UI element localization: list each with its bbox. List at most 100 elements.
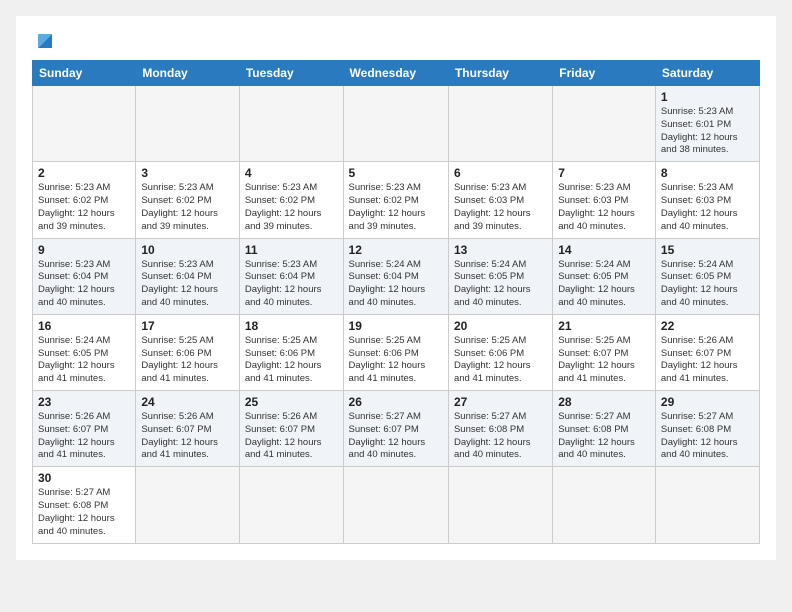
day-info: Sunrise: 5:23 AM Sunset: 6:04 PM Dayligh… <box>141 259 234 310</box>
weekday-header-thursday: Thursday <box>448 61 552 86</box>
day-number: 16 <box>38 319 130 333</box>
day-info: Sunrise: 5:23 AM Sunset: 6:04 PM Dayligh… <box>38 259 130 310</box>
weekday-header-friday: Friday <box>553 61 656 86</box>
calendar-cell <box>33 86 136 162</box>
day-info: Sunrise: 5:27 AM Sunset: 6:08 PM Dayligh… <box>38 487 130 538</box>
day-info: Sunrise: 5:26 AM Sunset: 6:07 PM Dayligh… <box>141 411 234 462</box>
day-number: 10 <box>141 243 234 257</box>
calendar-cell: 3 Sunrise: 5:23 AM Sunset: 6:02 PM Daylig… <box>136 162 240 238</box>
day-info: Sunrise: 5:26 AM Sunset: 6:07 PM Dayligh… <box>245 411 338 462</box>
calendar-cell: 5Sunrise: 5:23 AM Sunset: 6:02 PM Daylig… <box>343 162 448 238</box>
day-info: Sunrise: 5:25 AM Sunset: 6:06 PM Dayligh… <box>454 335 547 386</box>
day-number: 23 <box>38 395 130 409</box>
calendar-cell: 16 Sunrise: 5:24 AM Sunset: 6:05 PM Dayli… <box>33 314 136 390</box>
calendar-cell: 2 Sunrise: 5:23 AM Sunset: 6:02 PM Daylig… <box>33 162 136 238</box>
day-info: Sunrise: 5:25 AM Sunset: 6:06 PM Dayligh… <box>349 335 443 386</box>
day-info: Sunrise: 5:24 AM Sunset: 6:05 PM Dayligh… <box>454 259 547 310</box>
day-number: 17 <box>141 319 234 333</box>
day-info: Sunrise: 5:23 AM Sunset: 6:03 PM Dayligh… <box>454 182 547 233</box>
day-number: 25 <box>245 395 338 409</box>
calendar-cell: 9 Sunrise: 5:23 AM Sunset: 6:04 PM Daylig… <box>33 238 136 314</box>
day-info: Sunrise: 5:23 AM Sunset: 6:03 PM Dayligh… <box>558 182 650 233</box>
weekday-header-wednesday: Wednesday <box>343 61 448 86</box>
day-info: Sunrise: 5:26 AM Sunset: 6:07 PM Dayligh… <box>38 411 130 462</box>
day-number: 9 <box>38 243 130 257</box>
logo-icon <box>34 30 56 52</box>
day-info: Sunrise: 5:27 AM Sunset: 6:08 PM Dayligh… <box>558 411 650 462</box>
calendar-cell: 21Sunrise: 5:25 AM Sunset: 6:07 PM Dayli… <box>553 314 656 390</box>
calendar-cell <box>136 86 240 162</box>
calendar-cell: 19Sunrise: 5:25 AM Sunset: 6:06 PM Dayli… <box>343 314 448 390</box>
calendar-cell <box>239 467 343 543</box>
day-number: 2 <box>38 166 130 180</box>
calendar-cell: 10 Sunrise: 5:23 AM Sunset: 6:04 PM Dayli… <box>136 238 240 314</box>
calendar-cell: 13 Sunrise: 5:24 AM Sunset: 6:05 PM Dayli… <box>448 238 552 314</box>
day-number: 13 <box>454 243 547 257</box>
day-info: Sunrise: 5:23 AM Sunset: 6:02 PM Dayligh… <box>141 182 234 233</box>
calendar-cell <box>343 86 448 162</box>
day-info: Sunrise: 5:25 AM Sunset: 6:06 PM Dayligh… <box>141 335 234 386</box>
day-info: Sunrise: 5:24 AM Sunset: 6:04 PM Dayligh… <box>349 259 443 310</box>
day-number: 20 <box>454 319 547 333</box>
day-info: Sunrise: 5:24 AM Sunset: 6:05 PM Dayligh… <box>38 335 130 386</box>
calendar-cell: 24 Sunrise: 5:26 AM Sunset: 6:07 PM Dayli… <box>136 391 240 467</box>
calendar-cell <box>448 86 552 162</box>
calendar-cell: 23 Sunrise: 5:26 AM Sunset: 6:07 PM Dayli… <box>33 391 136 467</box>
calendar-cell: 22Sunrise: 5:26 AM Sunset: 6:07 PM Dayli… <box>655 314 759 390</box>
day-info: Sunrise: 5:23 AM Sunset: 6:03 PM Dayligh… <box>661 182 754 233</box>
calendar-cell: 11 Sunrise: 5:23 AM Sunset: 6:04 PM Dayli… <box>239 238 343 314</box>
calendar-cell: 8Sunrise: 5:23 AM Sunset: 6:03 PM Daylig… <box>655 162 759 238</box>
weekday-header-monday: Monday <box>136 61 240 86</box>
day-number: 4 <box>245 166 338 180</box>
calendar-week-row: 23 Sunrise: 5:26 AM Sunset: 6:07 PM Dayli… <box>33 391 760 467</box>
logo <box>32 32 56 52</box>
day-number: 18 <box>245 319 338 333</box>
day-info: Sunrise: 5:23 AM Sunset: 6:04 PM Dayligh… <box>245 259 338 310</box>
calendar-cell: 18Sunrise: 5:25 AM Sunset: 6:06 PM Dayli… <box>239 314 343 390</box>
day-info: Sunrise: 5:27 AM Sunset: 6:08 PM Dayligh… <box>454 411 547 462</box>
day-number: 24 <box>141 395 234 409</box>
calendar-cell: 26 Sunrise: 5:27 AM Sunset: 6:07 PM Dayli… <box>343 391 448 467</box>
header <box>32 32 760 52</box>
weekday-header-sunday: Sunday <box>33 61 136 86</box>
day-number: 1 <box>661 90 754 104</box>
day-number: 12 <box>349 243 443 257</box>
calendar-cell: 15 Sunrise: 5:24 AM Sunset: 6:05 PM Dayli… <box>655 238 759 314</box>
day-number: 6 <box>454 166 547 180</box>
calendar-cell: 30 Sunrise: 5:27 AM Sunset: 6:08 PM Dayli… <box>33 467 136 543</box>
page: SundayMondayTuesdayWednesdayThursdayFrid… <box>16 16 776 560</box>
calendar-table: SundayMondayTuesdayWednesdayThursdayFrid… <box>32 60 760 544</box>
calendar-cell: 25 Sunrise: 5:26 AM Sunset: 6:07 PM Dayli… <box>239 391 343 467</box>
day-number: 26 <box>349 395 443 409</box>
calendar-cell: 28Sunrise: 5:27 AM Sunset: 6:08 PM Dayli… <box>553 391 656 467</box>
calendar-cell: 20 Sunrise: 5:25 AM Sunset: 6:06 PM Dayli… <box>448 314 552 390</box>
day-info: Sunrise: 5:23 AM Sunset: 6:02 PM Dayligh… <box>245 182 338 233</box>
calendar-week-row: 1Sunrise: 5:23 AM Sunset: 6:01 PM Daylig… <box>33 86 760 162</box>
calendar-cell <box>239 86 343 162</box>
day-info: Sunrise: 5:27 AM Sunset: 6:07 PM Dayligh… <box>349 411 443 462</box>
calendar-week-row: 30 Sunrise: 5:27 AM Sunset: 6:08 PM Dayli… <box>33 467 760 543</box>
calendar-cell <box>553 86 656 162</box>
calendar-cell <box>136 467 240 543</box>
day-info: Sunrise: 5:24 AM Sunset: 6:05 PM Dayligh… <box>661 259 754 310</box>
day-number: 11 <box>245 243 338 257</box>
day-number: 29 <box>661 395 754 409</box>
day-number: 15 <box>661 243 754 257</box>
calendar-cell: 29 Sunrise: 5:27 AM Sunset: 6:08 PM Dayli… <box>655 391 759 467</box>
day-number: 5 <box>349 166 443 180</box>
calendar-cell: 17 Sunrise: 5:25 AM Sunset: 6:06 PM Dayli… <box>136 314 240 390</box>
day-info: Sunrise: 5:23 AM Sunset: 6:02 PM Dayligh… <box>38 182 130 233</box>
day-number: 3 <box>141 166 234 180</box>
calendar-cell <box>553 467 656 543</box>
day-number: 14 <box>558 243 650 257</box>
day-number: 27 <box>454 395 547 409</box>
calendar-cell <box>655 467 759 543</box>
calendar-header-row: SundayMondayTuesdayWednesdayThursdayFrid… <box>33 61 760 86</box>
day-info: Sunrise: 5:24 AM Sunset: 6:05 PM Dayligh… <box>558 259 650 310</box>
calendar-cell: 27 Sunrise: 5:27 AM Sunset: 6:08 PM Dayli… <box>448 391 552 467</box>
day-info: Sunrise: 5:27 AM Sunset: 6:08 PM Dayligh… <box>661 411 754 462</box>
weekday-header-tuesday: Tuesday <box>239 61 343 86</box>
calendar-week-row: 2 Sunrise: 5:23 AM Sunset: 6:02 PM Daylig… <box>33 162 760 238</box>
calendar-cell <box>448 467 552 543</box>
day-number: 30 <box>38 471 130 485</box>
